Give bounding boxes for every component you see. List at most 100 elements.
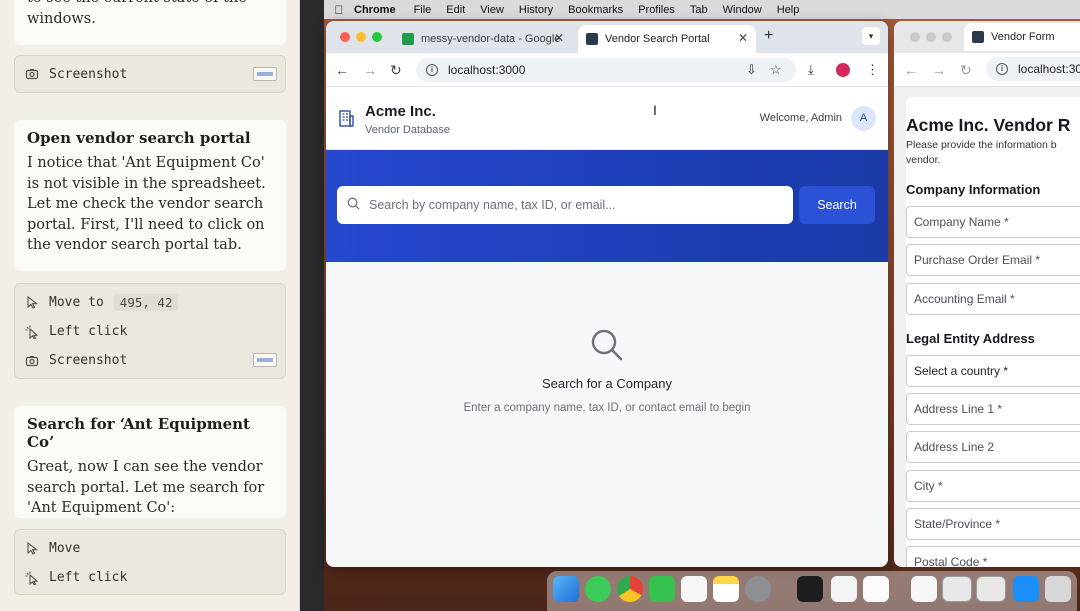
site-info-icon[interactable]: i: [996, 63, 1008, 75]
accounting-email-field[interactable]: Accounting Email *: [906, 283, 1080, 315]
reload-icon[interactable]: ↻: [960, 62, 972, 79]
form-description: Please provide the information b vendor.: [906, 139, 1057, 166]
click-icon: [25, 571, 39, 585]
menu-app-name[interactable]: Chrome: [354, 4, 396, 16]
screenshot-thumbnail[interactable]: [253, 67, 277, 81]
window-thumbnail-icon[interactable]: [942, 576, 972, 602]
trash-icon[interactable]: [1045, 576, 1071, 602]
minimize-window-icon[interactable]: [926, 32, 936, 42]
panel-divider: [300, 0, 324, 611]
bookmark-star-icon[interactable]: ☆: [770, 62, 782, 78]
tool-row-screenshot[interactable]: Screenshot: [15, 56, 285, 92]
back-arrow-icon[interactable]: ←: [904, 62, 918, 78]
reminders-icon[interactable]: [681, 576, 707, 602]
cursor-arrow-icon: [25, 296, 39, 310]
user-avatar[interactable]: A: [851, 106, 876, 131]
textedit-icon[interactable]: [863, 576, 889, 602]
messages-icon[interactable]: [585, 576, 611, 602]
menu-item-edit[interactable]: Edit: [446, 4, 465, 16]
tool-call-group[interactable]: Screenshot: [14, 55, 286, 93]
camera-icon: [25, 354, 39, 368]
forward-arrow-icon[interactable]: →: [363, 62, 377, 78]
close-tab-icon[interactable]: ✕: [554, 31, 564, 45]
search-icon: [347, 197, 360, 210]
download-icon[interactable]: ⤓: [808, 62, 814, 78]
screenshot-thumbnail[interactable]: [253, 353, 277, 367]
menu-item-profiles[interactable]: Profiles: [638, 4, 675, 16]
transcript-card: Open vendor search portal I notice that …: [14, 120, 286, 271]
tab-search-chevron-icon[interactable]: ▾: [862, 27, 880, 45]
facetime-icon[interactable]: [649, 576, 675, 602]
minimize-window-icon[interactable]: [356, 32, 366, 42]
apple-icon[interactable]: : [324, 3, 354, 17]
app-store-icon[interactable]: [1013, 576, 1039, 602]
close-window-icon[interactable]: [340, 32, 350, 42]
tab-vendor-search-portal[interactable]: Vendor Search Portal ✕: [578, 25, 756, 53]
tool-row-click[interactable]: Left click: [15, 563, 285, 592]
back-arrow-icon[interactable]: ←: [335, 62, 349, 78]
browser-window-vendor-form: Vendor Form ← → ↻ i localhost:300 Acme I…: [894, 21, 1080, 567]
tab-vendor-form[interactable]: Vendor Form: [964, 23, 1080, 51]
step-body: Great, now I can see the vendor search p…: [27, 459, 265, 516]
close-tab-icon[interactable]: ✕: [738, 31, 748, 45]
chrome-icon[interactable]: [617, 576, 643, 602]
zoom-window-icon[interactable]: [372, 32, 382, 42]
window-thumbnail-icon[interactable]: [976, 576, 1006, 602]
building-logo-icon: [337, 109, 355, 127]
install-app-icon[interactable]: ⇩: [746, 62, 757, 78]
browser-window-main: messy-vendor-data - Google ✕ Vendor Sear…: [326, 21, 888, 567]
tool-row-click[interactable]: Left click: [15, 317, 285, 346]
terminal-icon[interactable]: [797, 576, 823, 602]
url-text: localhost:3000: [448, 63, 526, 77]
finder-icon[interactable]: [553, 576, 579, 602]
close-window-icon[interactable]: [910, 32, 920, 42]
menu-item-history[interactable]: History: [519, 4, 553, 16]
kebab-menu-icon[interactable]: ⋮: [866, 62, 879, 78]
url-text: localhost:300: [1018, 62, 1080, 76]
search-input[interactable]: Search by company name, tax ID, or email…: [337, 186, 793, 224]
zoom-window-icon[interactable]: [942, 32, 952, 42]
menu-item-view[interactable]: View: [480, 4, 504, 16]
tool-label: Screenshot: [49, 66, 128, 82]
city-field[interactable]: City *: [906, 470, 1080, 502]
menu-item-window[interactable]: Window: [723, 4, 762, 16]
forward-arrow-icon[interactable]: →: [932, 62, 946, 78]
coordinate-chip: 495, 42: [113, 294, 179, 311]
search-placeholder: Search by company name, tax ID, or email…: [369, 198, 616, 212]
tool-row-move[interactable]: Move: [15, 534, 285, 563]
company-name-field[interactable]: Company Name *: [906, 206, 1080, 238]
profile-avatar-icon[interactable]: [836, 63, 850, 77]
address-line-2-field[interactable]: Address Line 2: [906, 431, 1080, 463]
document-icon[interactable]: [831, 576, 857, 602]
site-info-icon[interactable]: i: [426, 64, 438, 76]
state-province-field[interactable]: State/Province *: [906, 508, 1080, 540]
address-bar[interactable]: i localhost:300: [986, 57, 1080, 81]
notes-icon[interactable]: [713, 576, 739, 602]
tool-row-move[interactable]: Move to 495, 42: [15, 288, 285, 317]
search-button[interactable]: Search: [799, 186, 875, 224]
transcript-card-fragment: to see the current state of the windows.: [14, 0, 286, 45]
tool-call-group[interactable]: Move to 495, 42 Left click Screenshot: [14, 283, 286, 379]
menu-item-file[interactable]: File: [414, 4, 432, 16]
country-select[interactable]: Select a country *: [906, 355, 1080, 387]
new-tab-icon[interactable]: +: [764, 27, 773, 45]
address-bar[interactable]: i localhost:3000: [416, 58, 796, 82]
file-icon[interactable]: [911, 576, 937, 602]
reload-icon[interactable]: ↻: [390, 62, 402, 79]
address-line-1-field[interactable]: Address Line 1 *: [906, 393, 1080, 425]
tab-spreadsheet[interactable]: messy-vendor-data - Google ✕: [394, 25, 572, 53]
menu-item-bookmarks[interactable]: Bookmarks: [568, 4, 623, 16]
agent-transcript-panel: to see the current state of the windows.…: [0, 0, 300, 611]
step-body: I notice that 'Ant Equipment Co' is not …: [27, 155, 266, 253]
tool-row-screenshot[interactable]: Screenshot: [15, 346, 285, 375]
system-settings-icon[interactable]: [745, 576, 771, 602]
click-icon: [25, 325, 39, 339]
tool-call-group[interactable]: Move Left click: [14, 529, 286, 595]
purchase-order-email-field[interactable]: Purchase Order Email *: [906, 244, 1080, 276]
tool-label: Screenshot: [49, 353, 128, 368]
brand-title: Acme Inc.: [365, 103, 436, 120]
menu-item-help[interactable]: Help: [777, 4, 800, 16]
tab-title: Vendor Form: [991, 31, 1055, 43]
menu-item-tab[interactable]: Tab: [690, 4, 708, 16]
postal-code-field[interactable]: Postal Code *: [906, 546, 1080, 567]
